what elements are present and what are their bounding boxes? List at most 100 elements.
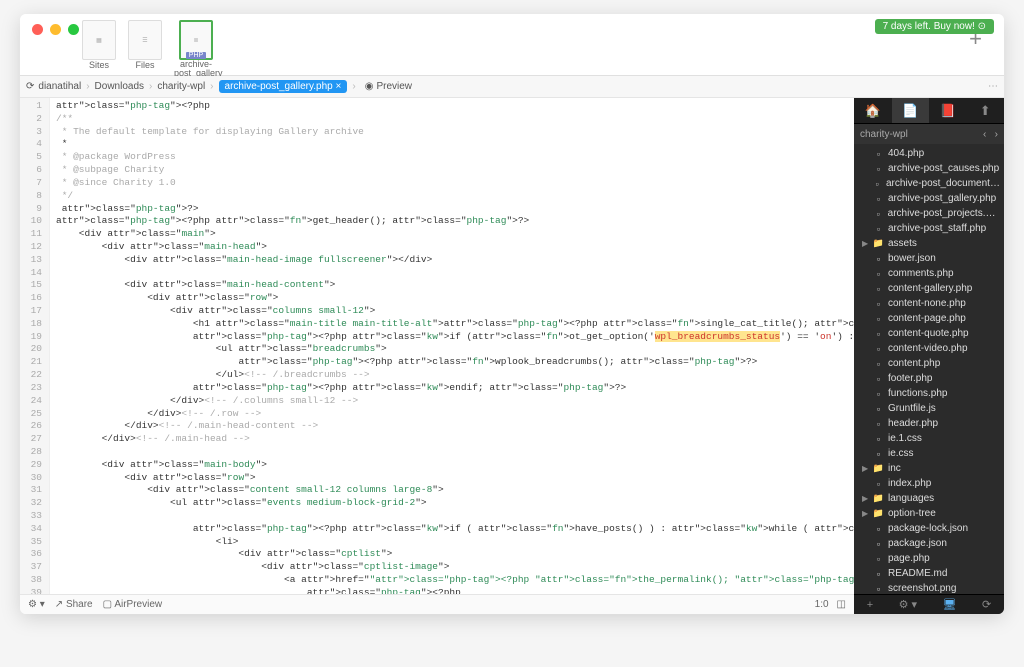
file-screenshot-png[interactable]: ▫screenshot.png: [854, 581, 1004, 594]
file-archive-post_gallery-php[interactable]: ▫archive-post_gallery.php: [854, 191, 1004, 206]
sync-icon[interactable]: ⟳: [982, 598, 991, 611]
file-label: README.md: [888, 568, 947, 579]
editor-pane: 1234567891011121314151617181920212223242…: [20, 98, 854, 614]
file-archive-post_projects-php[interactable]: ▫archive-post_projects.php: [854, 206, 1004, 221]
file-ie-1-css[interactable]: ▫ie.1.css: [854, 431, 1004, 446]
file-functions-php[interactable]: ▫functions.php: [854, 386, 1004, 401]
file-header-php[interactable]: ▫header.php: [854, 416, 1004, 431]
book-icon: 📕: [940, 103, 956, 119]
panel-tab-docs[interactable]: 📕: [929, 98, 967, 123]
main-area: 1234567891011121314151617181920212223242…: [20, 98, 1004, 614]
file-archive-post_staff-php[interactable]: ▫ archive-post_staff.php: [854, 221, 1004, 236]
file-page-php[interactable]: ▫page.php: [854, 551, 1004, 566]
tab-sites[interactable]: ▦ Sites: [76, 18, 122, 72]
file-languages[interactable]: ▶📁languages: [854, 491, 1004, 506]
file-icon: ▫: [873, 223, 884, 234]
breadcrumb-overflow[interactable]: ⋯: [988, 81, 998, 92]
file-icon: ▫: [873, 313, 884, 324]
file-inc[interactable]: ▶📁inc: [854, 461, 1004, 476]
file-label: page.php: [888, 553, 930, 564]
panel-tab-home[interactable]: 🏠: [854, 98, 892, 123]
file-label: archive-post_gallery.php: [888, 193, 996, 204]
home-icon: 🏠: [865, 103, 881, 119]
file-archive-post_causes-php[interactable]: ▫archive-post_causes.php: [854, 161, 1004, 176]
file-archive-post_documents-php[interactable]: ▫archive-post_documents.php: [854, 176, 1004, 191]
file-content-quote-php[interactable]: ▫content-quote.php: [854, 326, 1004, 341]
file-icon: ▫: [873, 388, 884, 399]
cursor-position: 1:0: [815, 599, 829, 610]
file-icon: ▫: [873, 343, 884, 354]
code-editor[interactable]: 1234567891011121314151617181920212223242…: [20, 98, 854, 594]
code-content[interactable]: attr">class="php-tag"><?php/** * The def…: [50, 98, 854, 594]
panel-toggle-icon[interactable]: ◫: [837, 599, 846, 610]
file-package-json[interactable]: ▫package.json: [854, 536, 1004, 551]
folder-icon: 📁: [873, 238, 884, 249]
file-label: Gruntfile.js: [888, 403, 936, 414]
breadcrumb-item[interactable]: charity-wpl: [157, 81, 205, 92]
reload-icon[interactable]: ⟳: [26, 81, 34, 92]
file-content-none-php[interactable]: ▫ content-none.php: [854, 296, 1004, 311]
display-icon[interactable]: 🖥: [943, 598, 957, 611]
file-icon: ▫: [873, 568, 884, 579]
file-icon: ▫: [873, 283, 884, 294]
file-comments-php[interactable]: ▫comments.php: [854, 266, 1004, 281]
file-tree: ▫404.php▫archive-post_causes.php▫archive…: [854, 144, 1004, 594]
app-window: 7 days left. Buy now! ⊙ ▦ Sites ☰ Files …: [20, 14, 1004, 614]
file-icon: ▫: [873, 298, 884, 309]
settings-icon[interactable]: ⚙ ▾: [28, 599, 45, 610]
file-icon: ▫: [873, 148, 884, 159]
breadcrumb-item[interactable]: dianatihal: [38, 81, 81, 92]
file-label: content-gallery.php: [888, 283, 972, 294]
file-icon: ▫: [873, 253, 884, 264]
panel-tabs: 🏠 📄 📕 ⬆: [854, 98, 1004, 124]
trial-badge[interactable]: 7 days left. Buy now! ⊙: [875, 19, 994, 34]
file-icon: ▫: [872, 178, 882, 189]
panel-breadcrumb[interactable]: charity-wpl ‹ ›: [854, 124, 1004, 144]
file-label: content-none.php: [888, 298, 966, 309]
eye-icon: ◉: [365, 81, 374, 92]
file-icon: ▫: [873, 163, 884, 174]
panel-tab-publish[interactable]: ⬆: [967, 98, 1005, 123]
file-footer-php[interactable]: ▫footer.php: [854, 371, 1004, 386]
file-404-php[interactable]: ▫404.php: [854, 146, 1004, 161]
file-icon: ▫: [873, 433, 884, 444]
file-label: archive-post_staff.php: [888, 223, 986, 234]
file-content-php[interactable]: ▫content.php: [854, 356, 1004, 371]
folder-icon: 📁: [873, 463, 884, 474]
file-icon: ▫: [873, 418, 884, 429]
file-index-php[interactable]: ▫index.php: [854, 476, 1004, 491]
breadcrumb-active[interactable]: archive-post_gallery.php ×: [219, 80, 348, 93]
file-label: content-quote.php: [888, 328, 969, 339]
file-label: languages: [888, 493, 934, 504]
add-icon[interactable]: +: [867, 599, 873, 611]
tab-files[interactable]: ☰ Files: [122, 18, 168, 72]
breadcrumb-bar: ⟳ dianatihal› Downloads› charity-wpl› ar…: [20, 76, 1004, 98]
file-label: content-video.php: [888, 343, 968, 354]
file-content-gallery-php[interactable]: ▫ content-gallery.php: [854, 281, 1004, 296]
close-button[interactable]: [32, 24, 43, 35]
file-Gruntfile-js[interactable]: ▫Gruntfile.js: [854, 401, 1004, 416]
file-content-page-php[interactable]: ▫content-page.php: [854, 311, 1004, 326]
file-label: bower.json: [888, 253, 936, 264]
file-option-tree[interactable]: ▶📁option-tree: [854, 506, 1004, 521]
file-content-video-php[interactable]: ▫ content-video.php: [854, 341, 1004, 356]
airpreview-button[interactable]: ▢ AirPreview: [103, 599, 162, 610]
settings-icon[interactable]: ⚙ ▾: [899, 598, 917, 611]
tab-archive-post-gallery[interactable]: ≣ PHP archive-post_gallery: [168, 18, 224, 80]
maximize-button[interactable]: [68, 24, 79, 35]
share-button[interactable]: ↗ Share: [55, 599, 93, 610]
file-icon: ▫: [873, 373, 884, 384]
breadcrumb-item[interactable]: Downloads: [95, 81, 144, 92]
upload-icon: ⬆: [980, 103, 991, 119]
file-ie-css[interactable]: ▫ie.css: [854, 446, 1004, 461]
file-label: assets: [888, 238, 917, 249]
minimize-button[interactable]: [50, 24, 61, 35]
file-icon: ▫: [873, 268, 884, 279]
panel-tab-files[interactable]: 📄: [892, 98, 930, 123]
file-bower-json[interactable]: ▫ bower.json: [854, 251, 1004, 266]
file-package-lock-json[interactable]: ▫package-lock.json: [854, 521, 1004, 536]
file-assets[interactable]: ▶📁assets: [854, 236, 1004, 251]
file-icon: ▫: [873, 583, 884, 594]
file-README-md[interactable]: ▫ README.md: [854, 566, 1004, 581]
preview-toggle[interactable]: ◉ Preview: [365, 81, 412, 92]
